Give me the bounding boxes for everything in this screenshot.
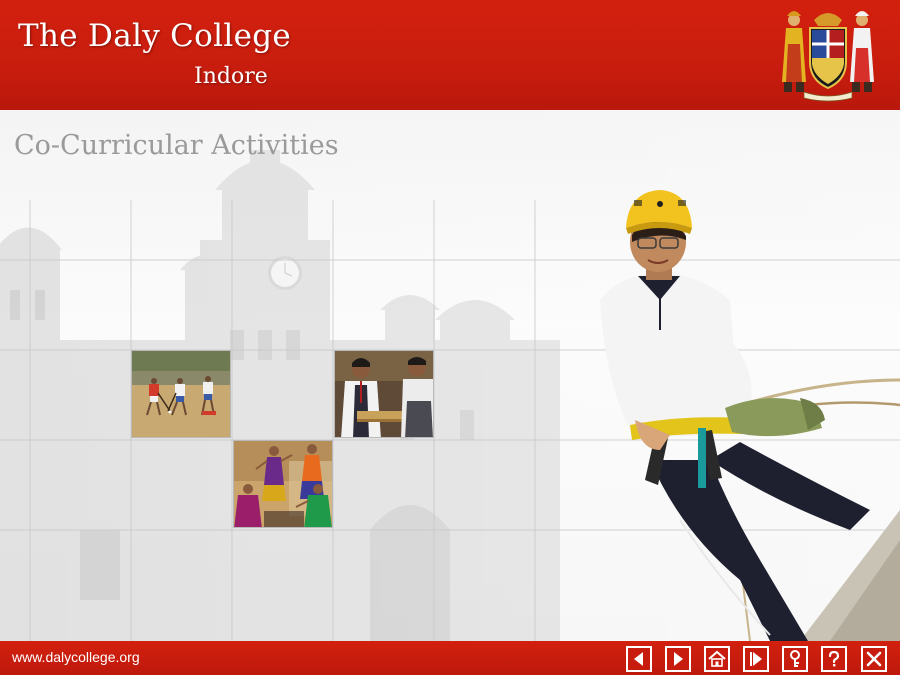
key-icon	[790, 650, 800, 667]
woodwork-photo[interactable]	[334, 350, 434, 438]
help-button[interactable]	[821, 646, 847, 672]
close-icon	[866, 651, 882, 667]
arrow-left-icon	[634, 652, 643, 666]
arrow-right-icon	[674, 652, 683, 666]
content-area: Co-Curricular Activities	[0, 110, 900, 641]
key-button[interactable]	[782, 646, 808, 672]
footer-bar: www.dalycollege.org	[0, 641, 900, 675]
dance-photo[interactable]	[233, 440, 333, 528]
hockey-photo-image	[132, 351, 230, 437]
play-button[interactable]	[743, 646, 769, 672]
home-icon	[708, 650, 726, 667]
presentation-slide: The Daly College Indore Co-Curricular Ac…	[0, 0, 900, 675]
website-link[interactable]: www.dalycollege.org	[12, 649, 140, 665]
header-bar: The Daly College Indore	[0, 0, 900, 110]
hockey-photo[interactable]	[131, 350, 231, 438]
woodwork-photo-image	[335, 351, 433, 437]
college-name: The Daly College	[18, 18, 292, 54]
play-icon	[750, 652, 762, 666]
close-button[interactable]	[861, 646, 887, 672]
home-button[interactable]	[704, 646, 730, 672]
rappelling-photo	[600, 190, 900, 641]
college-crest-logo	[782, 11, 874, 102]
next-button[interactable]	[665, 646, 691, 672]
college-city: Indore	[194, 64, 268, 89]
question-icon	[828, 650, 840, 667]
dance-photo-image	[234, 441, 332, 527]
page-title: Co-Curricular Activities	[14, 130, 339, 161]
previous-button[interactable]	[626, 646, 652, 672]
